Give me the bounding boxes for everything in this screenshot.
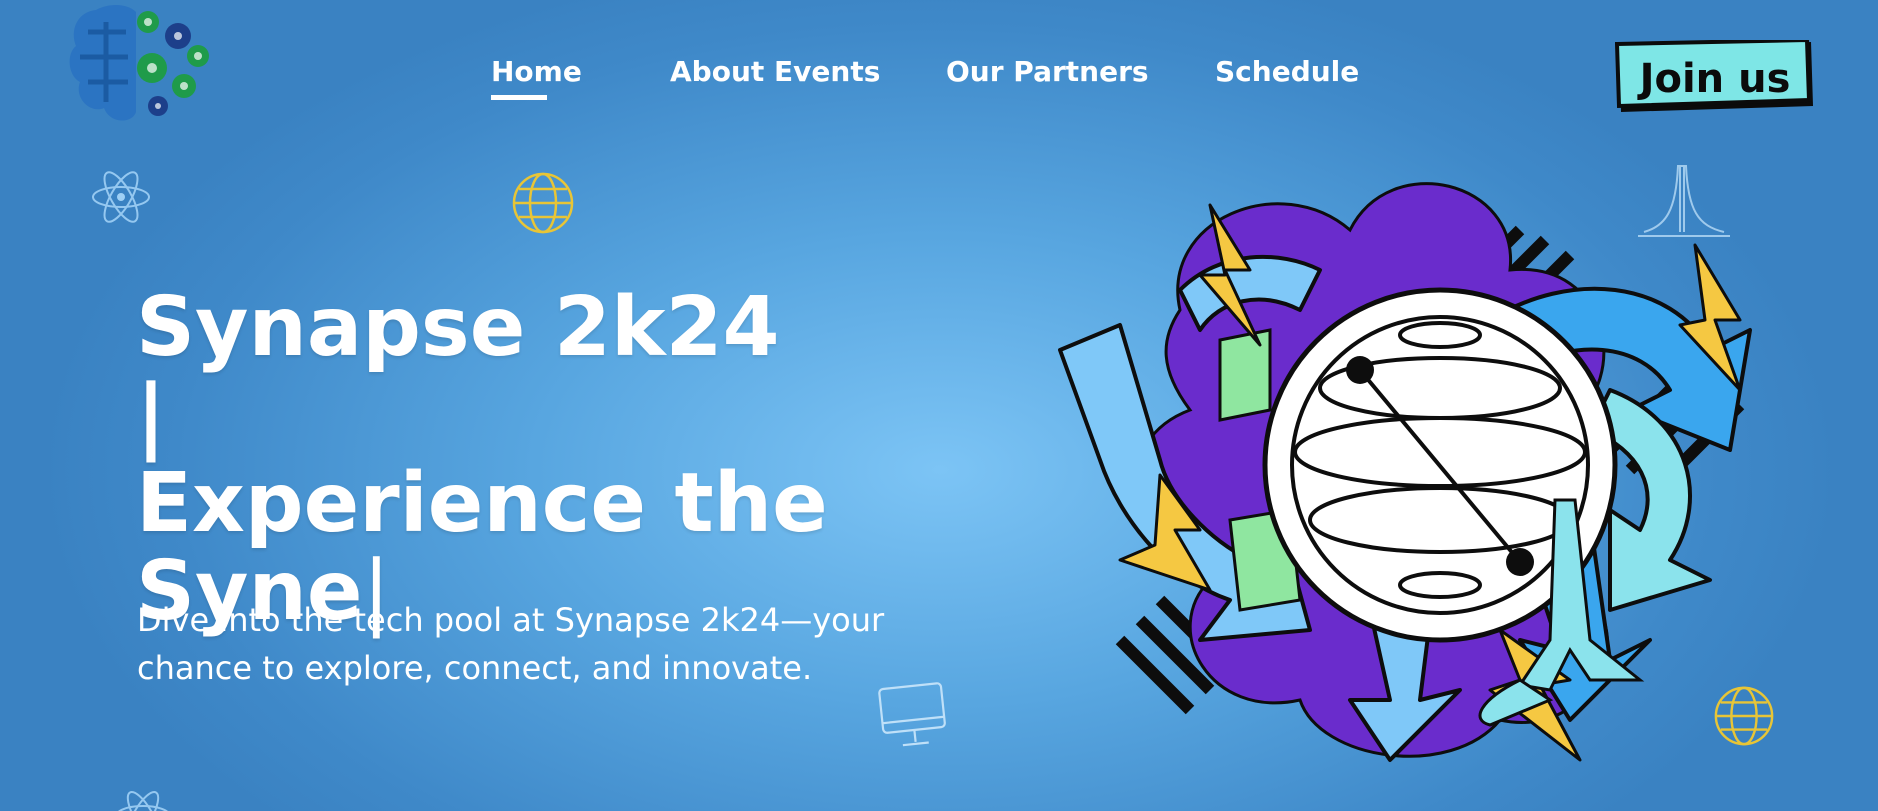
nav-about-events[interactable]: About Events — [670, 50, 880, 94]
hero-title: Synapse 2k24 | Experience the Syne| — [136, 284, 836, 636]
computer-monitor-icon — [878, 682, 946, 747]
join-us-button[interactable]: Join us — [1615, 40, 1815, 114]
brain-gears-logo-icon — [69, 5, 209, 121]
hero-subtitle: Dive into the tech pool at Synapse 2k24—… — [137, 596, 937, 692]
nav-schedule[interactable]: Schedule — [1215, 50, 1359, 94]
landing-page: Home About Events Our Partners Schedule … — [0, 0, 1878, 811]
atom-icon — [92, 171, 150, 223]
hero-subtitle-line-1: Dive into the tech pool at Synapse 2k24—… — [137, 601, 885, 639]
hero-title-line-2: Experience the — [136, 456, 828, 551]
atom-icon — [118, 791, 168, 811]
hero-title-line-1: Synapse 2k24 | — [136, 280, 780, 463]
nav-home[interactable]: Home — [491, 50, 582, 100]
globe-lightning-illustration — [1058, 182, 1752, 762]
brain-gears-logo[interactable] — [66, 2, 216, 130]
hero-subtitle-line-2: chance to explore, connect, and innovate… — [137, 649, 813, 687]
join-us-label: Join us — [1639, 56, 1791, 102]
nav-our-partners[interactable]: Our Partners — [946, 50, 1149, 94]
globe-icon — [512, 172, 574, 234]
